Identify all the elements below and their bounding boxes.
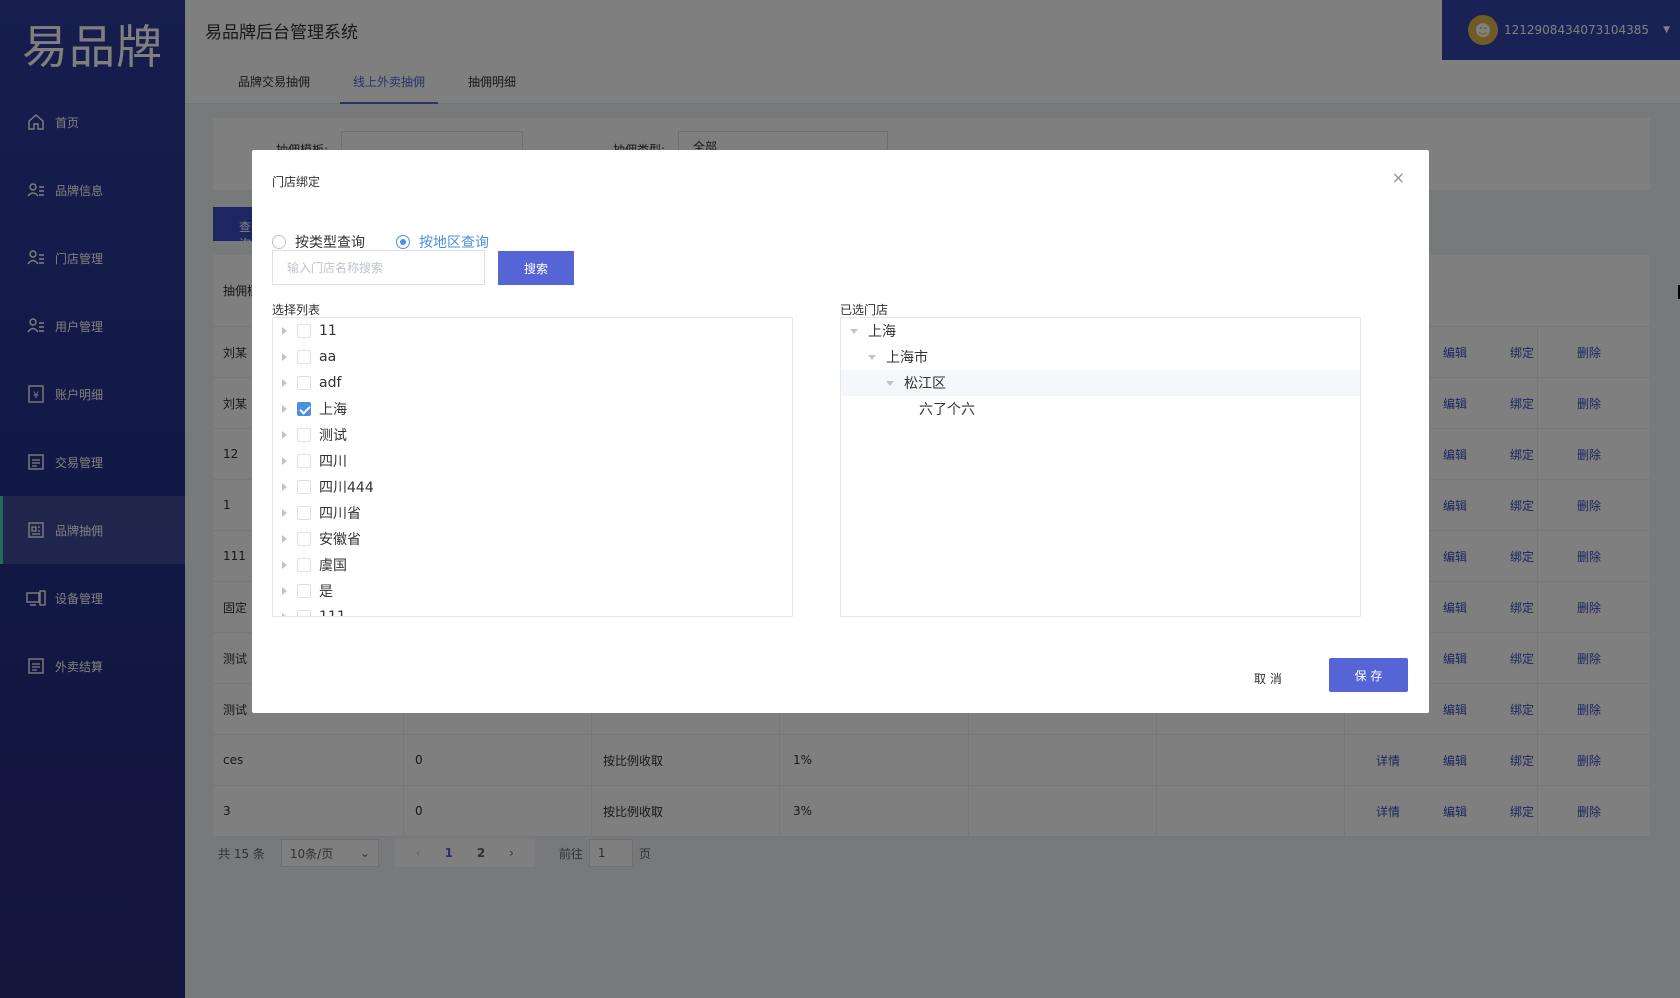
collapse-icon[interactable] bbox=[850, 328, 858, 334]
radio-by-region[interactable]: 按地区查询 bbox=[396, 232, 489, 252]
checkbox[interactable] bbox=[297, 428, 311, 442]
store-search-input[interactable] bbox=[272, 250, 485, 285]
checkbox[interactable] bbox=[297, 454, 311, 468]
checkbox[interactable] bbox=[297, 584, 311, 598]
expand-icon[interactable] bbox=[282, 509, 287, 517]
tree-node-label: 四川 bbox=[319, 454, 347, 470]
checkbox[interactable] bbox=[297, 558, 311, 572]
tree-node[interactable]: aa bbox=[273, 344, 792, 370]
expand-icon[interactable] bbox=[282, 613, 287, 616]
selected-tree: 上海 上海市 松江区 六了个六 bbox=[840, 317, 1361, 617]
radio-dot bbox=[396, 235, 410, 249]
radio-dot bbox=[272, 235, 286, 249]
dialog-title: 门店绑定 bbox=[272, 175, 321, 189]
tree-node-label: 是 bbox=[319, 584, 333, 600]
tree-node[interactable]: 四川省 bbox=[273, 500, 792, 526]
expand-icon[interactable] bbox=[282, 483, 287, 491]
tree-node[interactable]: 虞国 bbox=[273, 552, 792, 578]
radio-label: 按地区查询 bbox=[419, 235, 489, 251]
tree-node-label: 六了个六 bbox=[919, 402, 975, 418]
collapse-icon[interactable] bbox=[868, 354, 876, 360]
tree-node[interactable]: 上海 bbox=[841, 318, 1360, 344]
tree-node-label: 测试 bbox=[319, 428, 347, 444]
expand-icon[interactable] bbox=[282, 431, 287, 439]
tree-node[interactable]: 111 bbox=[273, 604, 792, 617]
tree-node-label: 虞国 bbox=[319, 558, 347, 574]
cancel-button[interactable]: 取 消 bbox=[1254, 670, 1282, 687]
select-list-label: 选择列表 bbox=[272, 303, 321, 317]
tree-node-label: 四川省 bbox=[319, 506, 361, 522]
checkbox[interactable] bbox=[297, 506, 311, 520]
search-button[interactable]: 搜索 bbox=[498, 251, 574, 285]
close-icon[interactable]: × bbox=[1392, 168, 1405, 187]
checkbox[interactable] bbox=[297, 324, 311, 338]
tree-node[interactable]: 安徽省 bbox=[273, 526, 792, 552]
tree-node[interactable]: 测试 bbox=[273, 422, 792, 448]
tree-node-label: adf bbox=[319, 375, 342, 391]
store-bind-dialog: 门店绑定 × 按类型查询 按地区查询 搜索 选择列表 已选门店 11 aa ad… bbox=[252, 150, 1429, 713]
expand-icon[interactable] bbox=[282, 587, 287, 595]
tree-node[interactable]: 是 bbox=[273, 578, 792, 604]
checkbox[interactable] bbox=[297, 376, 311, 390]
save-button[interactable]: 保 存 bbox=[1329, 658, 1408, 692]
checkbox[interactable] bbox=[297, 610, 311, 616]
expand-icon[interactable] bbox=[282, 535, 287, 543]
tree-node-label: 上海市 bbox=[886, 350, 928, 366]
collapse-icon[interactable] bbox=[886, 380, 894, 386]
tree-node-label: 上海 bbox=[868, 324, 896, 340]
selected-stores-label: 已选门店 bbox=[840, 303, 889, 317]
tree-node[interactable]: 四川444 bbox=[273, 474, 792, 500]
expand-icon[interactable] bbox=[282, 327, 287, 335]
tree-node-label: 上海 bbox=[319, 402, 347, 418]
tree-node[interactable]: 四川 bbox=[273, 448, 792, 474]
tree-node[interactable]: 11 bbox=[273, 318, 792, 344]
radio-by-type[interactable]: 按类型查询 bbox=[272, 232, 365, 252]
tree-node-label: 11 bbox=[319, 323, 337, 339]
select-tree: 11 aa adf 上海 测试 四川 四川444 四川省 安徽省 虞国 是 11… bbox=[272, 317, 793, 617]
checkbox[interactable] bbox=[297, 532, 311, 546]
tree-node[interactable]: 松江区 bbox=[841, 370, 1360, 396]
tree-node[interactable]: 上海市 bbox=[841, 344, 1360, 370]
tree-node-label: 松江区 bbox=[904, 376, 946, 392]
expand-icon[interactable] bbox=[282, 379, 287, 387]
checkbox[interactable] bbox=[297, 480, 311, 494]
tree-node[interactable]: 六了个六 bbox=[841, 396, 1360, 422]
tree-node[interactable]: adf bbox=[273, 370, 792, 396]
checkbox-checked[interactable] bbox=[297, 402, 311, 416]
tree-node-label: 四川444 bbox=[319, 480, 374, 496]
radio-label: 按类型查询 bbox=[295, 235, 365, 251]
tree-node[interactable]: 上海 bbox=[273, 396, 792, 422]
tree-node-label: 安徽省 bbox=[319, 532, 361, 548]
expand-icon[interactable] bbox=[282, 405, 287, 413]
expand-icon[interactable] bbox=[282, 353, 287, 361]
tree-node-label: 111 bbox=[319, 609, 346, 617]
expand-icon[interactable] bbox=[282, 561, 287, 569]
expand-icon[interactable] bbox=[282, 457, 287, 465]
checkbox[interactable] bbox=[297, 350, 311, 364]
tree-node-label: aa bbox=[319, 349, 337, 365]
